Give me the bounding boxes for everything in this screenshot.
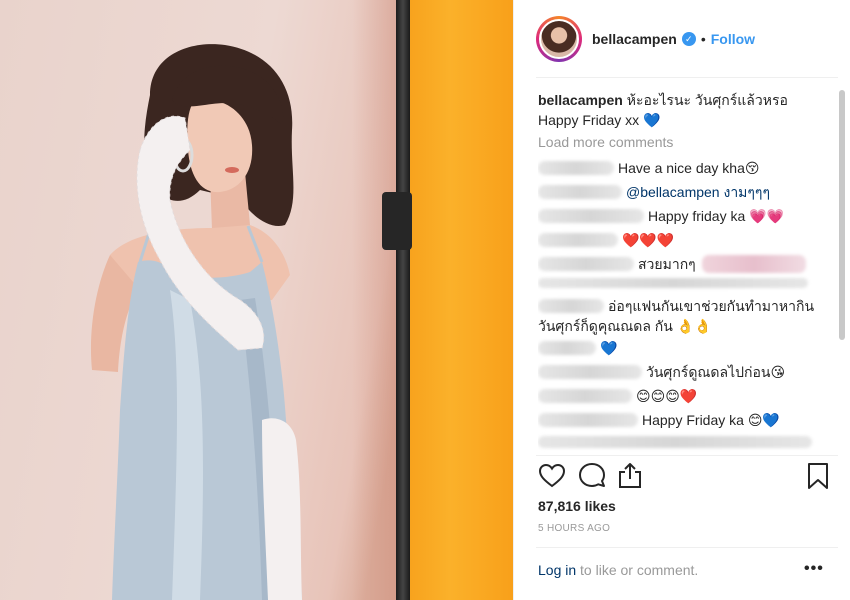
post-header: bellacampen ✓ • Follow bbox=[514, 0, 850, 78]
comment-text: สวยมากๆ bbox=[638, 256, 696, 272]
share-icon[interactable] bbox=[616, 462, 644, 490]
redacted-username bbox=[538, 185, 622, 199]
bookmark-icon[interactable] bbox=[804, 462, 832, 490]
comment-text: 💙 bbox=[600, 340, 618, 356]
list-item: 😊😊😊❤️ bbox=[538, 386, 697, 406]
comment-text[interactable]: @bellacampen งามๆๆๆ bbox=[626, 182, 770, 202]
redacted-text bbox=[538, 278, 808, 288]
footer-divider bbox=[536, 547, 838, 548]
redacted-username bbox=[538, 341, 596, 355]
comment-text: 😊😊😊❤️ bbox=[636, 388, 698, 404]
list-item: Have a nice day kha😚 bbox=[538, 158, 759, 178]
redacted-username bbox=[538, 257, 634, 271]
comments-scrollbar[interactable] bbox=[839, 90, 845, 340]
likes-count[interactable]: 87,816 likes bbox=[538, 498, 616, 514]
actions-divider bbox=[536, 455, 838, 456]
login-link[interactable]: Log in bbox=[538, 562, 576, 578]
list-item: วันศุกร์ก็ดูคุณณดล กัน 👌👌 bbox=[538, 316, 712, 336]
post-actions bbox=[538, 462, 833, 494]
list-item: วันศุกร์ดูณดลไปก่อน😘 bbox=[538, 362, 785, 382]
post-timestamp[interactable]: 5 HOURS AGO bbox=[538, 523, 610, 534]
comment-text: Have a nice day kha😚 bbox=[618, 160, 760, 176]
avatar-image bbox=[539, 19, 579, 59]
post-photo[interactable] bbox=[0, 0, 513, 600]
redacted-text bbox=[538, 436, 812, 448]
redacted-username bbox=[538, 299, 604, 313]
redacted-username bbox=[538, 161, 614, 175]
redacted-username bbox=[538, 389, 632, 403]
comment-text: วันศุกร์ดูณดลไปก่อน😘 bbox=[646, 364, 786, 380]
model-figure bbox=[90, 44, 302, 600]
list-item bbox=[538, 278, 812, 288]
follow-button[interactable]: Follow bbox=[711, 31, 755, 47]
avatar[interactable] bbox=[536, 16, 582, 62]
list-item: สวยมากๆ bbox=[538, 254, 810, 274]
more-options-button[interactable]: ••• bbox=[804, 560, 824, 578]
header-username[interactable]: bellacampen bbox=[592, 31, 677, 47]
list-item: 💙 bbox=[538, 338, 617, 358]
comment-text: วันศุกร์ก็ดูคุณณดล กัน 👌👌 bbox=[538, 318, 712, 334]
comment-text: Happy friday ka 💗💗 bbox=[648, 208, 785, 224]
list-item: ❤️❤️❤️ bbox=[538, 230, 674, 250]
header-separator: • bbox=[700, 31, 706, 47]
comments-list[interactable]: bellacampen ห้ะอะไรนะ วันศุกร์แล้วหรอ Ha… bbox=[538, 86, 834, 456]
list-item: อ่อๆแฟนกันเขาช่วยกันทำมาหากิน bbox=[538, 296, 814, 316]
redacted-text bbox=[701, 255, 806, 273]
list-item: Happy friday ka 💗💗 bbox=[538, 206, 784, 226]
caption-username[interactable]: bellacampen bbox=[538, 92, 623, 108]
redacted-username bbox=[538, 209, 644, 223]
list-item bbox=[538, 436, 816, 448]
redacted-username bbox=[538, 365, 642, 379]
comment-text: ❤️❤️❤️ bbox=[622, 232, 675, 248]
heart-icon[interactable] bbox=[538, 462, 566, 490]
redacted-username bbox=[538, 413, 638, 427]
login-prompt-text: to like or comment. bbox=[576, 562, 699, 578]
load-more-comments-button[interactable]: Load more comments bbox=[538, 132, 673, 152]
verified-badge-icon: ✓ bbox=[681, 32, 696, 46]
login-prompt: Log in to like or comment. bbox=[538, 562, 698, 578]
list-item: Happy Friday ka 😊💙 bbox=[538, 410, 780, 430]
comment-icon[interactable] bbox=[578, 462, 606, 490]
comment-text: Happy Friday ka 😊💙 bbox=[642, 412, 780, 428]
post-side-panel: bellacampen ✓ • Follow bellacampen ห้ะอะ… bbox=[513, 0, 850, 600]
list-item: @bellacampen งามๆๆๆ bbox=[538, 182, 770, 202]
redacted-username bbox=[538, 233, 618, 247]
header-divider bbox=[536, 77, 838, 78]
comment-text: อ่อๆแฟนกันเขาช่วยกันทำมาหากิน bbox=[608, 298, 815, 314]
caption: bellacampen ห้ะอะไรนะ วันศุกร์แล้วหรอ Ha… bbox=[538, 90, 800, 130]
